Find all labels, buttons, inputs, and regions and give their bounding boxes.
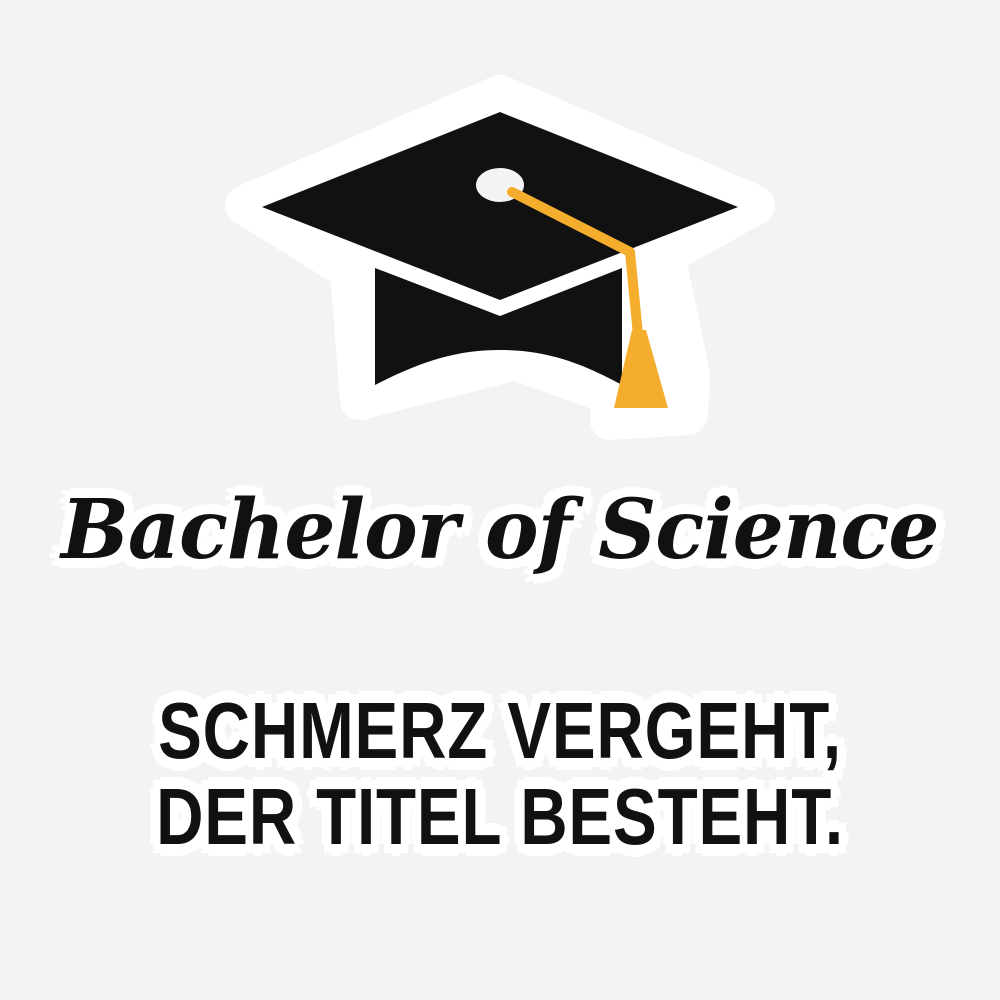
degree-title: Bachelor of Science — [61, 482, 940, 578]
cap-sticker-border — [225, 75, 775, 440]
motto-line-2: DER TITEL BESTEHT. — [156, 772, 844, 861]
cap-button — [476, 168, 524, 202]
cap-board — [262, 112, 738, 300]
motto-line-1: SCHMERZ VERGEHT, — [158, 686, 842, 775]
cap-base — [375, 268, 622, 385]
degree-line: Bachelor of Science — [0, 455, 1000, 605]
motto: SCHMERZ VERGEHT, DER TITEL BESTEHT. — [0, 688, 1000, 860]
tassel-cord — [507, 187, 643, 340]
tassel-icon — [614, 330, 668, 408]
